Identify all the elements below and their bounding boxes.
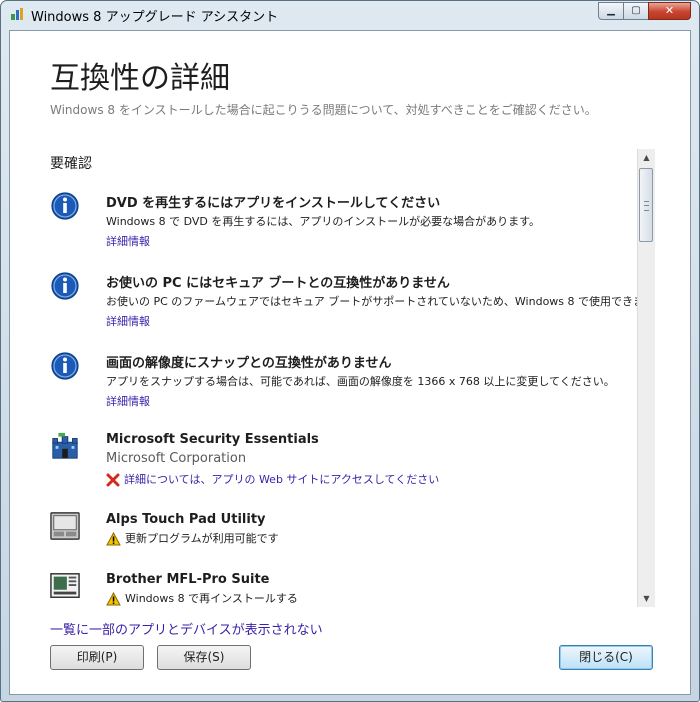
red-x-icon	[106, 473, 120, 487]
window-title: Windows 8 アップグレード アシスタント	[31, 10, 279, 25]
list-item: お使いの PC にはセキュア ブートとの互換性がありません お使いの PC のフ…	[50, 267, 638, 337]
page-subtitle: Windows 8 をインストールした場合に起こりうる問題について、対処すべきこ…	[50, 103, 597, 117]
warning-icon	[106, 592, 121, 606]
item-status: 詳細については、アプリの Web サイトにアクセスしてください	[106, 471, 439, 487]
item-description: Windows 8 で DVD を再生するには、アプリのインストールが必要な場合…	[106, 215, 541, 228]
item-publisher: Microsoft Corporation	[106, 451, 247, 466]
close-window-button[interactable]: ✕	[648, 2, 691, 20]
list-item: Microsoft Security Essentials Microsoft …	[50, 427, 630, 497]
section-header: 要確認	[50, 156, 92, 172]
item-title: Alps Touch Pad Utility	[106, 512, 266, 527]
app-window: Windows 8 アップグレード アシスタント ▁ ▢ ✕ 互換性の詳細 Wi…	[0, 0, 700, 702]
info-icon	[51, 352, 79, 380]
touchpad-icon	[50, 512, 80, 540]
printer-app-icon	[50, 573, 80, 598]
info-icon	[51, 192, 79, 220]
vertical-scrollbar[interactable]: ▲ ▼	[637, 149, 655, 607]
status-text: 更新プログラムが利用可能です	[125, 532, 279, 545]
missing-apps-link[interactable]: 一覧に一部のアプリとデバイスが表示されない	[50, 619, 323, 638]
item-title: DVD を再生するにはアプリをインストールしてください	[106, 196, 441, 211]
more-info-link[interactable]: 詳細情報	[106, 313, 150, 329]
minimize-button[interactable]: ▁	[598, 2, 624, 20]
item-status: Windows 8 で再インストールする	[106, 590, 298, 606]
item-description: アプリをスナップする場合は、可能であれば、画面の解像度を 1366 x 768 …	[106, 375, 615, 388]
compatibility-list[interactable]: 要確認 DVD を再生するにはアプリをインストールしてください Windows …	[38, 149, 638, 609]
castle-icon	[52, 432, 78, 459]
status-text[interactable]: 詳細については、アプリの Web サイトにアクセスしてください	[124, 473, 439, 486]
item-title: お使いの PC にはセキュア ブートとの互換性がありません	[106, 276, 450, 291]
item-description: お使いの PC のファームウェアではセキュア ブートがサポートされていないため、…	[106, 295, 638, 308]
title-bar[interactable]: Windows 8 アップグレード アシスタント ▁ ▢ ✕	[1, 1, 699, 29]
maximize-button[interactable]: ▢	[623, 2, 649, 20]
scroll-thumb[interactable]	[639, 168, 653, 242]
print-button[interactable]: 印刷(P)	[50, 645, 144, 670]
list-item: DVD を再生するにはアプリをインストールしてください Windows 8 で …	[50, 187, 630, 257]
item-title: Microsoft Security Essentials	[106, 432, 319, 447]
more-info-link[interactable]: 詳細情報	[106, 233, 150, 249]
more-info-link[interactable]: 詳細情報	[106, 393, 150, 409]
warning-icon	[106, 532, 121, 546]
client-area: 互換性の詳細 Windows 8 をインストールした場合に起こりうる問題について…	[9, 30, 691, 695]
close-button[interactable]: 閉じる(C)	[559, 645, 653, 670]
scroll-down-button[interactable]: ▼	[639, 590, 654, 607]
item-status: 更新プログラムが利用可能です	[106, 530, 279, 546]
info-icon	[51, 272, 79, 300]
list-item: 画面の解像度にスナップとの互換性がありません アプリをスナップする場合は、可能で…	[50, 347, 630, 417]
list-item: Brother MFL-Pro Suite Windows 8 で再インストール…	[50, 567, 630, 609]
scroll-up-button[interactable]: ▲	[639, 149, 654, 166]
status-text: Windows 8 で再インストールする	[125, 592, 298, 605]
item-title: Brother MFL-Pro Suite	[106, 572, 270, 587]
app-icon	[11, 8, 23, 20]
save-button[interactable]: 保存(S)	[157, 645, 251, 670]
item-title: 画面の解像度にスナップとの互換性がありません	[106, 356, 392, 371]
page-title: 互換性の詳細	[50, 61, 230, 96]
grip-icon	[644, 201, 649, 211]
